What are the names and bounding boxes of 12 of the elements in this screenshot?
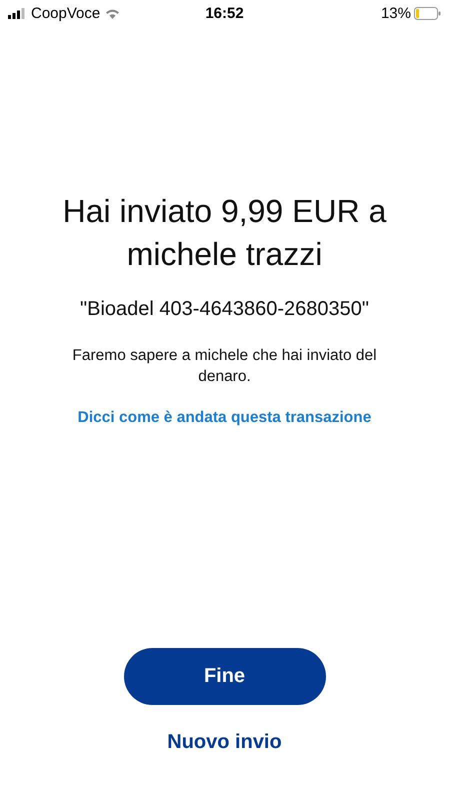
signal-icon [8,8,26,18]
wifi-icon [105,8,120,18]
carrier-name: CoopVoce [31,4,100,22]
new-transfer-button[interactable]: Nuovo invio [167,731,282,754]
notification-message: Faremo sapere a michele che hai inviato del denaro. [71,346,378,387]
clock-time: 16:52 [205,4,244,22]
done-button[interactable]: Fine [124,648,326,705]
confirmation-title: Hai inviato 9,99 EUR a michele trazzi [62,192,388,274]
feedback-link[interactable]: Dicci come è andata questa transazione [78,409,372,427]
payment-note: "Bioadel 403-4643860-2680350" [80,298,369,321]
battery-icon [414,6,441,20]
battery-percent: 13% [380,4,411,22]
